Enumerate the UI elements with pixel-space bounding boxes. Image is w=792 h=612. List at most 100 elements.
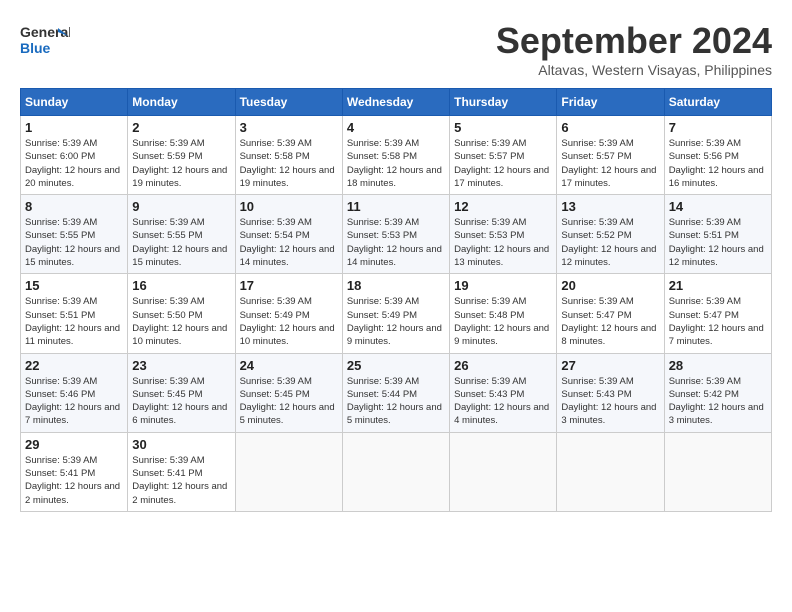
day-info: Sunrise: 5:39 AMSunset: 5:59 PMDaylight:… (132, 137, 230, 190)
header-saturday: Saturday (664, 89, 771, 116)
day-info: Sunrise: 5:39 AMSunset: 5:49 PMDaylight:… (347, 295, 445, 348)
day-info: Sunrise: 5:39 AMSunset: 5:50 PMDaylight:… (132, 295, 230, 348)
day-info: Sunrise: 5:39 AMSunset: 5:46 PMDaylight:… (25, 375, 123, 428)
calendar-week-3: 15 Sunrise: 5:39 AMSunset: 5:51 PMDayligh… (21, 274, 772, 353)
header-monday: Monday (128, 89, 235, 116)
day-info: Sunrise: 5:39 AMSunset: 5:43 PMDaylight:… (561, 375, 659, 428)
calendar-cell: 14 Sunrise: 5:39 AMSunset: 5:51 PMDayligh… (664, 195, 771, 274)
day-info: Sunrise: 5:39 AMSunset: 5:55 PMDaylight:… (25, 216, 123, 269)
day-info: Sunrise: 5:39 AMSunset: 5:47 PMDaylight:… (669, 295, 767, 348)
day-number: 1 (25, 120, 123, 135)
calendar-cell: 29Sunrise: 5:39 AMSunset: 5:41 PMDayligh… (21, 432, 128, 511)
day-number: 11 (347, 199, 445, 214)
calendar-cell: 20Sunrise: 5:39 AMSunset: 5:47 PMDayligh… (557, 274, 664, 353)
calendar-cell: 26 Sunrise: 5:39 AMSunset: 5:43 PMDayligh… (450, 353, 557, 432)
day-number: 18 (347, 278, 445, 293)
day-number: 4 (347, 120, 445, 135)
day-number: 26 (454, 358, 552, 373)
calendar-cell: 24 Sunrise: 5:39 AMSunset: 5:45 PMDayligh… (235, 353, 342, 432)
day-info: Sunrise: 5:39 AMSunset: 5:43 PMDaylight:… (454, 375, 552, 428)
calendar-cell: 21Sunrise: 5:39 AMSunset: 5:47 PMDayligh… (664, 274, 771, 353)
day-number: 19 (454, 278, 552, 293)
day-number: 29 (25, 437, 123, 452)
header-wednesday: Wednesday (342, 89, 449, 116)
day-info: Sunrise: 5:39 AMSunset: 5:55 PMDaylight:… (132, 216, 230, 269)
calendar-cell: 9 Sunrise: 5:39 AMSunset: 5:55 PMDaylight… (128, 195, 235, 274)
day-number: 24 (240, 358, 338, 373)
day-number: 15 (25, 278, 123, 293)
day-info: Sunrise: 5:39 AMSunset: 6:00 PMDaylight:… (25, 137, 123, 190)
calendar-cell: 2 Sunrise: 5:39 AMSunset: 5:59 PMDaylight… (128, 116, 235, 195)
day-info: Sunrise: 5:39 AMSunset: 5:48 PMDaylight:… (454, 295, 552, 348)
day-info: Sunrise: 5:39 AMSunset: 5:53 PMDaylight:… (454, 216, 552, 269)
day-info: Sunrise: 5:39 AMSunset: 5:53 PMDaylight:… (347, 216, 445, 269)
header-friday: Friday (557, 89, 664, 116)
header-thursday: Thursday (450, 89, 557, 116)
calendar-cell: 11 Sunrise: 5:39 AMSunset: 5:53 PMDayligh… (342, 195, 449, 274)
day-number: 22 (25, 358, 123, 373)
calendar-cell: 8 Sunrise: 5:39 AMSunset: 5:55 PMDaylight… (21, 195, 128, 274)
day-info: Sunrise: 5:39 AMSunset: 5:45 PMDaylight:… (240, 375, 338, 428)
day-info: Sunrise: 5:39 AMSunset: 5:49 PMDaylight:… (240, 295, 338, 348)
calendar-week-5: 29 Sunrise: 5:39 AMSunset: 5:41 PMDayligh… (21, 432, 772, 511)
calendar-cell: 5 Sunrise: 5:39 AMSunset: 5:57 PMDaylight… (450, 116, 557, 195)
day-number: 27 (561, 358, 659, 373)
calendar-cell: 22 Sunrise: 5:39 AMSunset: 5:46 PMDayligh… (21, 353, 128, 432)
day-info: Sunrise: 5:39 AMSunset: 5:44 PMDaylight:… (347, 375, 445, 428)
day-info: Sunrise: 5:39 AMSunset: 5:51 PMDaylight:… (25, 295, 123, 348)
day-info: Sunrise: 5:39 AMSunset: 5:41 PMDaylight:… (132, 454, 230, 507)
day-number: 7 (669, 120, 767, 135)
location: Altavas, Western Visayas, Philippines (496, 62, 772, 78)
calendar-cell (664, 432, 771, 511)
calendar-cell: 4Sunrise: 5:39 AMSunset: 5:58 PMDaylight… (342, 116, 449, 195)
calendar-cell: 18 Sunrise: 5:39 AMSunset: 5:49 PMDayligh… (342, 274, 449, 353)
day-number: 8 (25, 199, 123, 214)
day-info: Sunrise: 5:39 AMSunset: 5:54 PMDaylight:… (240, 216, 338, 269)
logo: GeneralBlue (20, 20, 70, 60)
day-number: 28 (669, 358, 767, 373)
day-info: Sunrise: 5:39 AMSunset: 5:52 PMDaylight:… (561, 216, 659, 269)
calendar-cell (450, 432, 557, 511)
page-header: GeneralBlue September 2024 Altavas, West… (20, 20, 772, 78)
calendar-table: SundayMondayTuesdayWednesdayThursdayFrid… (20, 88, 772, 512)
calendar-week-4: 22 Sunrise: 5:39 AMSunset: 5:46 PMDayligh… (21, 353, 772, 432)
day-number: 2 (132, 120, 230, 135)
day-number: 5 (454, 120, 552, 135)
day-number: 10 (240, 199, 338, 214)
calendar-week-2: 8 Sunrise: 5:39 AMSunset: 5:55 PMDaylight… (21, 195, 772, 274)
logo-svg: GeneralBlue (20, 20, 70, 60)
title-section: September 2024 Altavas, Western Visayas,… (496, 20, 772, 78)
calendar-cell: 27 Sunrise: 5:39 AMSunset: 5:43 PMDayligh… (557, 353, 664, 432)
day-info: Sunrise: 5:39 AMSunset: 5:45 PMDaylight:… (132, 375, 230, 428)
day-info: Sunrise: 5:39 AMSunset: 5:58 PMDaylight:… (240, 137, 338, 190)
calendar-cell: 13 Sunrise: 5:39 AMSunset: 5:52 PMDayligh… (557, 195, 664, 274)
calendar-cell: 3Sunrise: 5:39 AMSunset: 5:58 PMDaylight… (235, 116, 342, 195)
calendar-cell: 17 Sunrise: 5:39 AMSunset: 5:49 PMDayligh… (235, 274, 342, 353)
calendar-cell: 15 Sunrise: 5:39 AMSunset: 5:51 PMDayligh… (21, 274, 128, 353)
calendar-cell: 30Sunrise: 5:39 AMSunset: 5:41 PMDayligh… (128, 432, 235, 511)
day-info: Sunrise: 5:39 AMSunset: 5:51 PMDaylight:… (669, 216, 767, 269)
day-number: 25 (347, 358, 445, 373)
header-sunday: Sunday (21, 89, 128, 116)
calendar-cell: 6Sunrise: 5:39 AMSunset: 5:57 PMDaylight… (557, 116, 664, 195)
calendar-cell: 25 Sunrise: 5:39 AMSunset: 5:44 PMDayligh… (342, 353, 449, 432)
day-info: Sunrise: 5:39 AMSunset: 5:57 PMDaylight:… (454, 137, 552, 190)
day-number: 12 (454, 199, 552, 214)
day-number: 16 (132, 278, 230, 293)
calendar-week-1: 1 Sunrise: 5:39 AMSunset: 6:00 PMDaylight… (21, 116, 772, 195)
day-number: 13 (561, 199, 659, 214)
calendar-cell (235, 432, 342, 511)
calendar-cell: 1 Sunrise: 5:39 AMSunset: 6:00 PMDaylight… (21, 116, 128, 195)
calendar-cell: 19 Sunrise: 5:39 AMSunset: 5:48 PMDayligh… (450, 274, 557, 353)
day-number: 20 (561, 278, 659, 293)
day-info: Sunrise: 5:39 AMSunset: 5:56 PMDaylight:… (669, 137, 767, 190)
day-number: 9 (132, 199, 230, 214)
calendar-cell: 16 Sunrise: 5:39 AMSunset: 5:50 PMDayligh… (128, 274, 235, 353)
month-title: September 2024 (496, 20, 772, 62)
calendar-cell (342, 432, 449, 511)
day-info: Sunrise: 5:39 AMSunset: 5:42 PMDaylight:… (669, 375, 767, 428)
calendar-cell: 10 Sunrise: 5:39 AMSunset: 5:54 PMDayligh… (235, 195, 342, 274)
day-number: 17 (240, 278, 338, 293)
calendar-cell (557, 432, 664, 511)
day-number: 14 (669, 199, 767, 214)
